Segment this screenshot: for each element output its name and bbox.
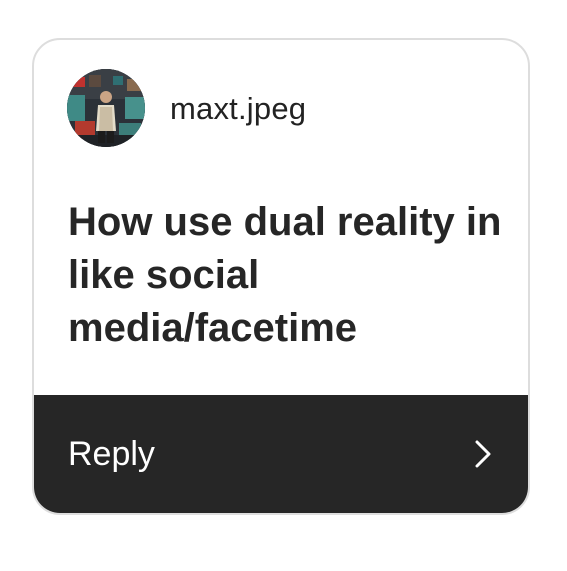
username[interactable]: maxt.jpeg bbox=[170, 93, 306, 124]
question-text: How use dual reality in like social medi… bbox=[68, 200, 502, 350]
reply-label: Reply bbox=[68, 435, 155, 473]
avatar-photo bbox=[67, 69, 145, 147]
chevron-right-icon bbox=[474, 440, 492, 468]
card-header: maxt.jpeg bbox=[67, 69, 306, 147]
avatar[interactable] bbox=[67, 69, 145, 147]
question-card: maxt.jpeg How use dual reality in like s… bbox=[32, 38, 530, 515]
reply-button[interactable]: Reply bbox=[34, 395, 528, 513]
